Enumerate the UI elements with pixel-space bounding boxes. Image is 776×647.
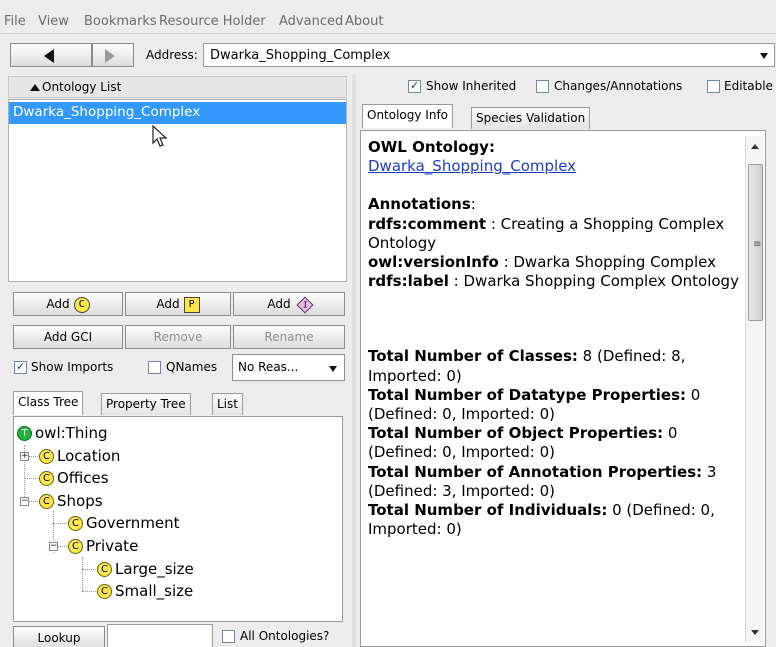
changes-annotations-checkbox[interactable] — [536, 80, 549, 93]
forward-arrow-icon — [105, 49, 115, 63]
menu-resource-holder[interactable]: Resource Holder — [159, 14, 266, 29]
show-imports-label: Show Imports — [31, 360, 114, 374]
stat-object-properties: Total Number of Object Properties: 0 (De… — [368, 424, 678, 462]
tree-node-government[interactable]: C Government — [68, 514, 180, 532]
ontology-info-text: OWL Ontology: Dwarka_Shopping_Complex An… — [368, 138, 743, 539]
collapse-icon[interactable]: − — [49, 542, 58, 551]
right-toolbar: Show Inherited Changes/Annotations Edita… — [360, 76, 776, 97]
annotations-heading: Annotations — [368, 195, 471, 214]
mouse-cursor-icon — [152, 125, 168, 147]
grip-icon: ≡ — [753, 239, 762, 250]
all-ontologies-checkbox[interactable] — [222, 630, 235, 643]
add-property-button[interactable]: Add P — [125, 292, 231, 316]
vertical-scrollbar[interactable]: ≡ — [745, 136, 764, 642]
class-icon: C — [68, 539, 83, 554]
menu-file[interactable]: File — [4, 14, 26, 29]
annotation-comment: rdfs:comment : Creating a Shopping Compl… — [368, 214, 725, 252]
annotation-label: rdfs:label : Dwarka Shopping Complex Ont… — [368, 272, 739, 291]
remove-button[interactable]: Remove — [125, 325, 231, 349]
individual-icon: I — [296, 296, 314, 313]
tab-ontology-info[interactable]: Ontology Info — [362, 104, 454, 128]
back-arrow-icon — [44, 49, 54, 63]
owl-ontology-heading: OWL Ontology: — [368, 138, 495, 156]
stat-classes: Total Number of Classes: 8 (Defined: 8, … — [368, 347, 686, 385]
ontology-list-item[interactable]: Dwarka_Shopping_Complex — [9, 102, 346, 124]
ontology-list-header[interactable]: Ontology List — [8, 76, 347, 98]
ontology-info-panel: OWL Ontology: Dwarka_Shopping_Complex An… — [360, 130, 766, 647]
show-inherited-label: Show Inherited — [426, 79, 517, 93]
address-label: Address: — [146, 48, 198, 62]
tree-node-small-size[interactable]: C Small_size — [97, 582, 193, 600]
tab-property-tree[interactable]: Property Tree — [101, 393, 191, 415]
split-divider[interactable] — [352, 75, 356, 647]
class-icon: C — [39, 494, 54, 509]
ontology-list-title: Ontology List — [42, 80, 122, 94]
property-icon: P — [183, 296, 200, 313]
chevron-down-icon[interactable] — [760, 53, 768, 59]
class-icon: C — [97, 562, 112, 577]
show-imports-checkbox[interactable] — [14, 360, 27, 374]
tree-node-location[interactable]: C Location — [39, 447, 120, 465]
scroll-up-icon[interactable] — [751, 144, 759, 149]
class-icon: C — [73, 296, 90, 313]
all-ontologies-label: All Ontologies? — [240, 629, 330, 643]
editable-checkbox[interactable] — [707, 80, 720, 93]
ontology-link[interactable]: Dwarka_Shopping_Complex — [368, 157, 576, 175]
add-gci-button[interactable]: Add GCI — [13, 325, 123, 349]
address-bar: Address: Dwarka_Shopping_Complex — [0, 34, 776, 74]
editable-label: Editable — [724, 79, 773, 93]
changes-annotations-label: Changes/Annotations — [554, 79, 683, 93]
expand-icon[interactable]: + — [20, 452, 29, 461]
tab-species-validation[interactable]: Species Validation — [471, 107, 591, 129]
show-inherited-checkbox[interactable] — [408, 79, 421, 93]
back-button[interactable] — [10, 43, 92, 67]
rename-button[interactable]: Rename — [233, 325, 345, 349]
lookup-button[interactable]: Lookup — [13, 626, 105, 647]
qnames-checkbox[interactable] — [148, 361, 161, 374]
tree-node-shops[interactable]: C Shops — [39, 492, 103, 510]
class-icon: C — [68, 516, 83, 531]
annotation-version-info: owl:versionInfo : Dwarka Shopping Comple… — [368, 253, 716, 272]
tree-node-private[interactable]: C Private — [68, 537, 138, 555]
class-icon: C — [97, 584, 112, 599]
scroll-down-icon[interactable] — [751, 630, 759, 635]
tab-list[interactable]: List — [212, 393, 243, 415]
tree-node-offices[interactable]: C Offices — [39, 469, 109, 487]
chevron-down-icon — [329, 366, 337, 372]
class-tree: Towl:Thing + C Location C Offices − C Shops… — [13, 416, 343, 622]
forward-button[interactable] — [92, 43, 134, 67]
menu-view[interactable]: View — [38, 14, 69, 29]
add-individual-button[interactable]: Add I — [233, 292, 345, 316]
stat-annotation-properties: Total Number of Annotation Properties: 3… — [368, 462, 717, 500]
ontology-list: Dwarka_Shopping_Complex — [8, 99, 347, 282]
collapse-icon[interactable]: − — [20, 497, 29, 506]
class-icon: C — [39, 449, 54, 464]
stat-individuals: Total Number of Individuals: 0 (Defined:… — [368, 501, 715, 539]
menu-about[interactable]: About — [345, 14, 383, 29]
tree-node-large-size[interactable]: C Large_size — [97, 560, 194, 578]
menu-bar: File View Bookmarks Resource Holder Adva… — [0, 0, 776, 34]
menu-advanced[interactable]: Advanced — [279, 14, 343, 29]
tree-node-owl-thing[interactable]: Towl:Thing — [17, 424, 108, 442]
collapse-up-icon[interactable] — [30, 84, 40, 91]
address-input[interactable]: Dwarka_Shopping_Complex — [203, 43, 775, 67]
thing-icon: T — [17, 426, 32, 441]
class-icon: C — [39, 471, 54, 486]
reasoner-select[interactable]: No Reas... — [232, 354, 345, 381]
menu-bookmarks[interactable]: Bookmarks — [84, 14, 157, 29]
lookup-input[interactable] — [107, 624, 213, 647]
tab-class-tree[interactable]: Class Tree — [13, 391, 84, 415]
stat-datatype-properties: Total Number of Datatype Properties: 0 (… — [368, 385, 701, 424]
qnames-label: QNames — [166, 360, 218, 374]
address-value: Dwarka_Shopping_Complex — [210, 48, 391, 63]
scrollbar-thumb[interactable]: ≡ — [748, 164, 763, 321]
add-class-button[interactable]: Add C — [13, 292, 123, 316]
